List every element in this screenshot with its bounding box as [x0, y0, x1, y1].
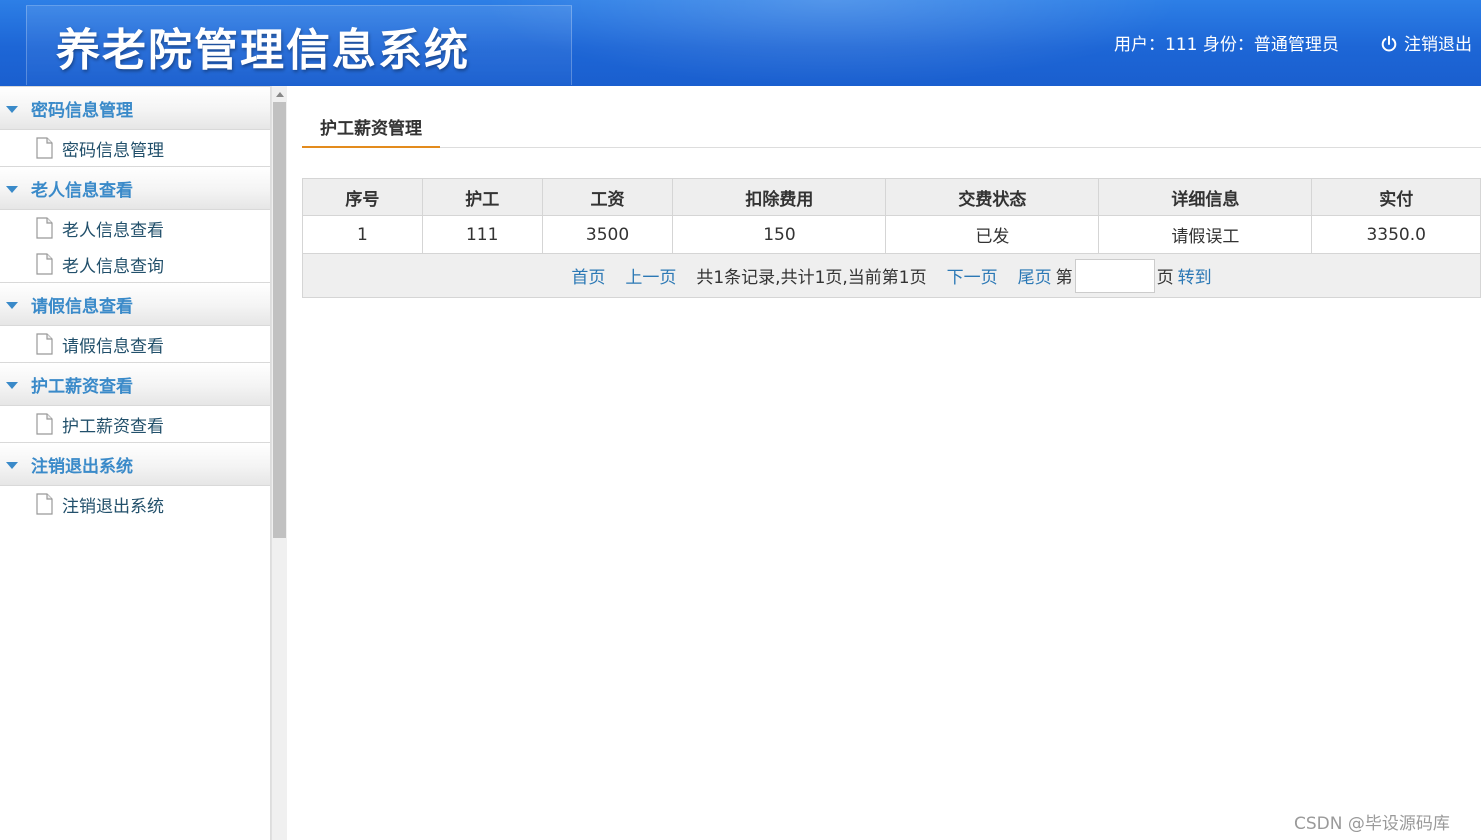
menu-group-elder: 老人信息查看 老人信息查看 老人信息查询 [0, 166, 270, 282]
document-icon [36, 493, 53, 515]
menu-group-label: 密码信息管理 [31, 100, 133, 121]
menu-item-label: 护工薪资查看 [62, 416, 164, 437]
menu-group-password: 密码信息管理 密码信息管理 [0, 86, 270, 166]
main-content: 护工薪资管理 序号 护工 工资 扣除费用 交费状态 详细信息 实付 1 111 … [288, 86, 1481, 840]
document-icon [36, 217, 53, 239]
table-cell: 3500 [541, 215, 674, 254]
tab-salary-manage[interactable]: 护工薪资管理 [302, 106, 440, 148]
expand-triangle-icon [6, 301, 18, 309]
logout-label: 注销退出 [1404, 35, 1472, 55]
expand-triangle-icon [6, 461, 18, 469]
menu-group-logout: 注销退出系统 注销退出系统 [0, 442, 270, 522]
menu-group-header-salary[interactable]: 护工薪资查看 [0, 362, 270, 406]
expand-triangle-icon [6, 381, 18, 389]
column-header: 序号 [302, 178, 423, 216]
watermark-text: CSDN @毕设源码库 [1294, 814, 1450, 834]
menu-item-leave-view[interactable]: 请假信息查看 [0, 326, 270, 362]
top-header: 养老院管理信息系统 用户：111 身份：普通管理员 注销退出 [0, 0, 1481, 86]
goto-page-link[interactable]: 转到 [1178, 263, 1212, 288]
document-icon [36, 333, 53, 355]
document-icon [36, 253, 53, 275]
menu-group-label: 护工薪资查看 [31, 376, 133, 397]
page-number-input[interactable] [1074, 258, 1155, 293]
menu-group-header-logout[interactable]: 注销退出系统 [0, 442, 270, 486]
menu-item-salary-view[interactable]: 护工薪资查看 [0, 406, 270, 442]
prev-page-link[interactable]: 上一页 [625, 263, 676, 288]
menu-item-label: 老人信息查询 [62, 256, 164, 277]
table-cell: 3350.0 [1311, 215, 1481, 254]
logout-button[interactable]: 注销退出 [1380, 30, 1472, 55]
menu-group-salary: 护工薪资查看 护工薪资查看 [0, 362, 270, 442]
menu-item-elder-view[interactable]: 老人信息查看 [0, 210, 270, 246]
column-header: 工资 [541, 178, 674, 216]
pager-cell: 首页 上一页 共1条记录,共计1页,当前第1页 下一页 尾页 第 页 转到 [302, 253, 1481, 298]
menu-group-label: 注销退出系统 [31, 456, 133, 477]
table-header-row: 序号 护工 工资 扣除费用 交费状态 详细信息 实付 [302, 178, 1481, 216]
menu-group-header-elder[interactable]: 老人信息查看 [0, 166, 270, 210]
header-glow [481, 0, 1181, 86]
page-prefix: 第 [1055, 268, 1073, 288]
table-cell: 已发 [885, 215, 1100, 254]
menu-item-label: 密码信息管理 [62, 140, 164, 161]
app-title: 养老院管理信息系统 [56, 25, 470, 76]
scroll-up-arrow-icon[interactable] [276, 92, 284, 97]
last-page-link[interactable]: 尾页 [1018, 263, 1052, 288]
menu-group-label: 请假信息查看 [31, 296, 133, 317]
column-header: 护工 [421, 178, 543, 216]
menu-group-label: 老人信息查看 [31, 180, 133, 201]
tab-bar: 护工薪资管理 [302, 106, 1481, 148]
menu-item-elder-query[interactable]: 老人信息查询 [0, 246, 270, 282]
menu-item-label: 请假信息查看 [62, 336, 164, 357]
document-icon [36, 137, 53, 159]
expand-triangle-icon [6, 185, 18, 193]
column-header: 扣除费用 [672, 178, 887, 216]
table-cell: 请假误工 [1098, 215, 1313, 254]
menu-item-label: 注销退出系统 [62, 496, 164, 517]
next-page-link[interactable]: 下一页 [947, 263, 998, 288]
document-icon [36, 413, 53, 435]
column-header: 实付 [1311, 178, 1481, 216]
table-cell: 150 [672, 215, 887, 254]
scrollbar-thumb[interactable] [273, 102, 286, 538]
page-suffix: 页 [1156, 268, 1174, 288]
menu-item-password-manage[interactable]: 密码信息管理 [0, 130, 270, 166]
first-page-link[interactable]: 首页 [571, 263, 605, 288]
column-header: 详细信息 [1098, 178, 1313, 216]
column-header: 交费状态 [885, 178, 1100, 216]
table-row: 1 111 3500 150 已发 请假误工 3350.0 [302, 215, 1481, 254]
pagination: 首页 上一页 共1条记录,共计1页,当前第1页 下一页 尾页 第 页 转到 [304, 258, 1480, 293]
pager-row: 首页 上一页 共1条记录,共计1页,当前第1页 下一页 尾页 第 页 转到 [302, 253, 1481, 298]
sidebar-scrollbar[interactable] [271, 86, 287, 840]
power-icon [1381, 35, 1397, 51]
table-cell: 111 [421, 215, 543, 254]
menu-group-header-password[interactable]: 密码信息管理 [0, 86, 270, 130]
pager-summary: 共1条记录,共计1页,当前第1页 [696, 268, 927, 288]
menu-item-logout-system[interactable]: 注销退出系统 [0, 486, 270, 522]
menu-item-label: 老人信息查看 [62, 220, 164, 241]
menu-group-leave: 请假信息查看 请假信息查看 [0, 282, 270, 362]
sidebar-menu: 密码信息管理 密码信息管理 老人信息查看 老人信息查看 老人信息查询 请假信息查… [0, 86, 271, 840]
salary-table: 序号 护工 工资 扣除费用 交费状态 详细信息 实付 1 111 3500 15… [302, 178, 1481, 298]
user-info: 用户：111 身份：普通管理员 [1114, 35, 1339, 55]
menu-group-header-leave[interactable]: 请假信息查看 [0, 282, 270, 326]
expand-triangle-icon [6, 105, 18, 113]
table-cell: 1 [302, 215, 423, 254]
